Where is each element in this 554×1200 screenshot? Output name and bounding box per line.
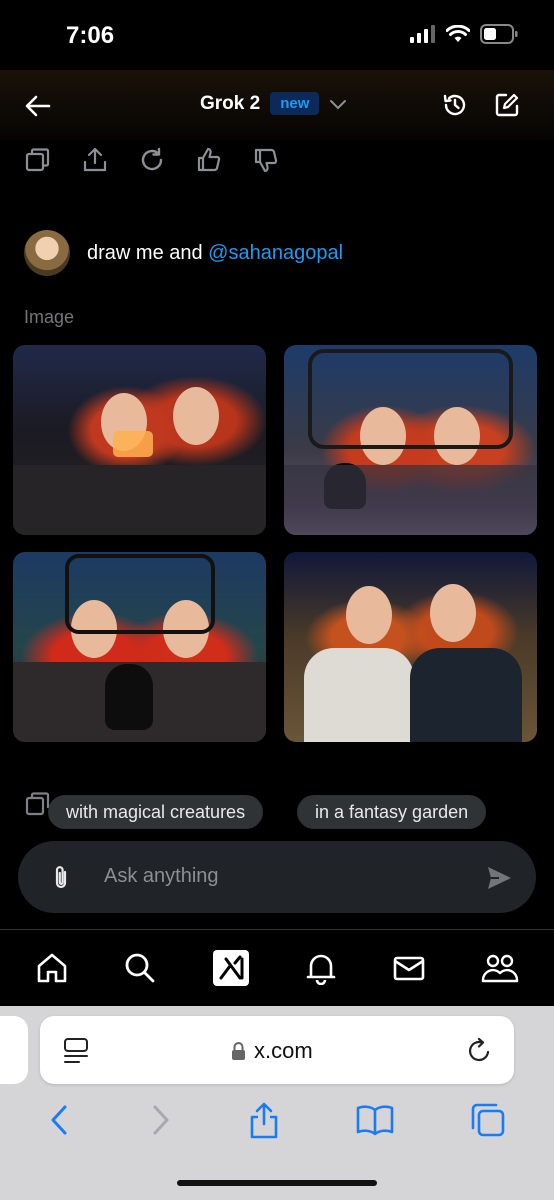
history-icon[interactable] [440, 90, 470, 120]
status-icons [410, 24, 518, 44]
battery-icon [480, 24, 518, 44]
attachment-icon[interactable] [48, 863, 74, 893]
new-chat-icon[interactable] [492, 90, 522, 120]
composer-placeholder: Ask anything [104, 865, 219, 887]
url-text: x.com [254, 1038, 313, 1063]
user-avatar[interactable] [24, 230, 70, 276]
new-badge: new [270, 92, 320, 115]
generated-image-1[interactable] [13, 345, 266, 535]
share-icon[interactable] [247, 1100, 281, 1140]
grok-icon[interactable] [212, 949, 250, 987]
suggestion-chip[interactable]: with magical creatures [48, 795, 264, 829]
communities-icon[interactable] [481, 951, 519, 985]
status-time: 7:06 [66, 22, 115, 49]
bookmarks-icon[interactable] [355, 1103, 395, 1137]
image-section-label: Image [24, 307, 75, 327]
chevron-down-icon [330, 99, 347, 109]
thumbs-down-icon[interactable] [252, 146, 280, 174]
messages-envelope-icon[interactable] [392, 951, 426, 985]
browser-nav [0, 1092, 554, 1148]
thumbs-up-icon[interactable] [195, 146, 223, 174]
back-arrow-icon[interactable] [24, 92, 52, 120]
generated-image-2[interactable] [284, 345, 537, 535]
prompt-mention[interactable]: @sahanagopal [208, 242, 343, 264]
suggestion-chip[interactable]: in a fantasy garden [297, 795, 487, 829]
tabs-icon[interactable] [469, 1101, 507, 1139]
copy-icon[interactable] [24, 146, 52, 174]
prompt-text: draw me and [87, 242, 209, 264]
cellular-signal-icon [410, 25, 435, 43]
send-icon[interactable] [484, 864, 514, 892]
generated-image-4[interactable] [284, 552, 537, 742]
response-actions [24, 146, 280, 174]
wifi-icon [446, 25, 470, 42]
back-chevron-icon[interactable] [47, 1103, 73, 1137]
generated-image-3[interactable] [13, 552, 266, 742]
regenerate-icon[interactable] [138, 146, 166, 174]
previous-tab-preview[interactable] [0, 1016, 28, 1084]
model-selector[interactable]: Grok 2 new [200, 92, 347, 115]
lock-icon [230, 1040, 246, 1062]
home-icon[interactable] [35, 951, 69, 985]
notifications-bell-icon[interactable] [304, 951, 338, 985]
home-indicator [177, 1180, 377, 1186]
share-icon[interactable] [81, 146, 109, 174]
model-title: Grok 2 [200, 92, 261, 114]
search-icon[interactable] [123, 951, 157, 985]
forward-chevron-icon[interactable] [147, 1103, 173, 1137]
bottom-nav [0, 930, 554, 1006]
reload-icon[interactable] [466, 1036, 494, 1066]
user-prompt: draw me and @sahanagopal [87, 242, 343, 265]
reader-mode-icon[interactable] [62, 1036, 90, 1066]
composer-input[interactable] [18, 841, 536, 913]
